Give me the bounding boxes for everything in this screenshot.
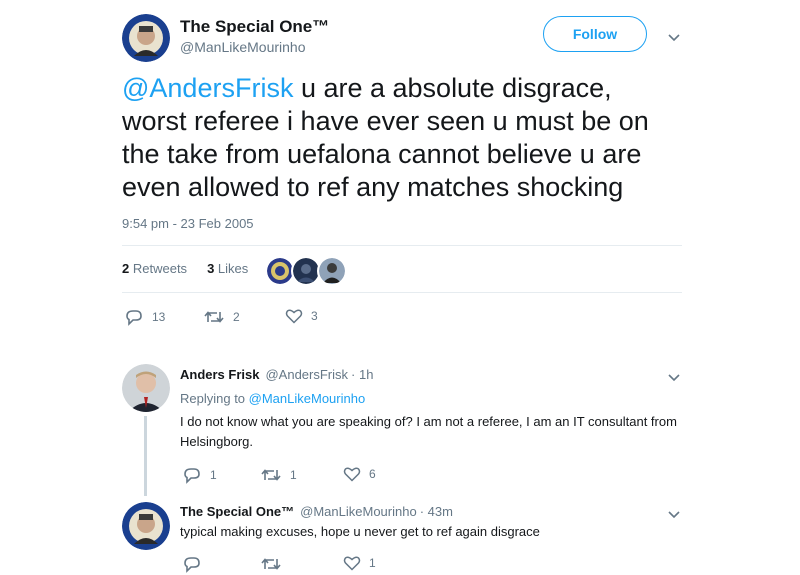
reply-icon xyxy=(184,468,200,484)
like-icon xyxy=(343,467,361,482)
author-display-name[interactable]: The Special One™ xyxy=(180,17,329,37)
avatar-image xyxy=(122,14,170,62)
retweet-count: 1 xyxy=(290,468,297,482)
replying-to: Replying to @ManLikeMourinho xyxy=(180,391,366,406)
chevron-down-icon[interactable] xyxy=(668,507,680,519)
liker-avatar[interactable] xyxy=(317,256,347,286)
liker-avatars[interactable] xyxy=(265,256,347,286)
author-avatar[interactable] xyxy=(122,14,170,62)
tweet-timestamp[interactable]: 9:54 pm - 23 Feb 2005 xyxy=(122,216,254,231)
retweet-icon xyxy=(261,469,281,481)
reply-display-name[interactable]: The Special One™ xyxy=(180,504,294,519)
follow-button[interactable]: Follow xyxy=(543,16,647,52)
retweet-icon xyxy=(204,311,224,323)
divider xyxy=(122,292,682,293)
avatar-image xyxy=(122,364,170,412)
reply-handle[interactable]: @ManLikeMourinho xyxy=(300,504,417,519)
retweets-stat[interactable]: 2 Retweets xyxy=(122,261,187,276)
avatar-image xyxy=(122,502,170,550)
reply-text: typical making excuses, hope u never get… xyxy=(180,524,540,539)
retweet-button[interactable]: 1 xyxy=(260,466,297,484)
reply-display-name[interactable]: Anders Frisk xyxy=(180,367,259,382)
reply-count: 1 xyxy=(210,468,217,482)
like-icon xyxy=(343,556,361,571)
replying-to-link[interactable]: @ManLikeMourinho xyxy=(249,391,366,406)
reply-text: I do not know what you are speaking of? … xyxy=(180,414,677,449)
reply-header: The Special One™ @ManLikeMourinho · 43m xyxy=(180,504,453,519)
retweet-button[interactable]: 2 xyxy=(203,308,240,326)
author-handle[interactable]: @ManLikeMourinho xyxy=(180,39,306,55)
divider xyxy=(122,245,682,246)
retweet-count: 2 xyxy=(233,310,240,324)
reply-header: Anders Frisk @AndersFrisk · 1h xyxy=(180,367,373,382)
like-icon xyxy=(285,309,303,324)
reply-icon xyxy=(184,557,200,573)
mention-link[interactable]: @AndersFrisk xyxy=(122,73,293,103)
like-count: 6 xyxy=(369,467,376,481)
like-button[interactable]: 3 xyxy=(285,308,318,324)
chevron-down-icon[interactable] xyxy=(668,370,680,382)
reply-button[interactable] xyxy=(182,555,210,573)
reply-button[interactable]: 13 xyxy=(124,308,165,326)
retweet-button[interactable] xyxy=(260,555,290,573)
reply-count: 13 xyxy=(152,310,166,324)
chevron-down-icon[interactable] xyxy=(668,30,680,42)
like-count: 1 xyxy=(369,556,376,570)
likes-stat[interactable]: 3 Likes xyxy=(207,261,248,276)
reply-handle[interactable]: @AndersFrisk xyxy=(265,367,348,382)
reply-button[interactable]: 1 xyxy=(182,466,217,484)
like-button[interactable]: 1 xyxy=(343,555,376,571)
tweet-text: @AndersFrisk u are a absolute disgrace, … xyxy=(122,72,682,204)
reply-icon xyxy=(126,310,142,326)
reply-time[interactable]: · 1h xyxy=(351,367,373,382)
like-count: 3 xyxy=(311,309,318,323)
reply-avatar[interactable] xyxy=(122,364,170,412)
thread-connector xyxy=(144,416,147,496)
retweet-icon xyxy=(261,558,281,570)
like-button[interactable]: 6 xyxy=(343,466,376,482)
reply-time[interactable]: · 43m xyxy=(420,504,453,519)
engagement-stats: 2 Retweets 3 Likes xyxy=(122,261,248,276)
reply-avatar[interactable] xyxy=(122,502,170,550)
